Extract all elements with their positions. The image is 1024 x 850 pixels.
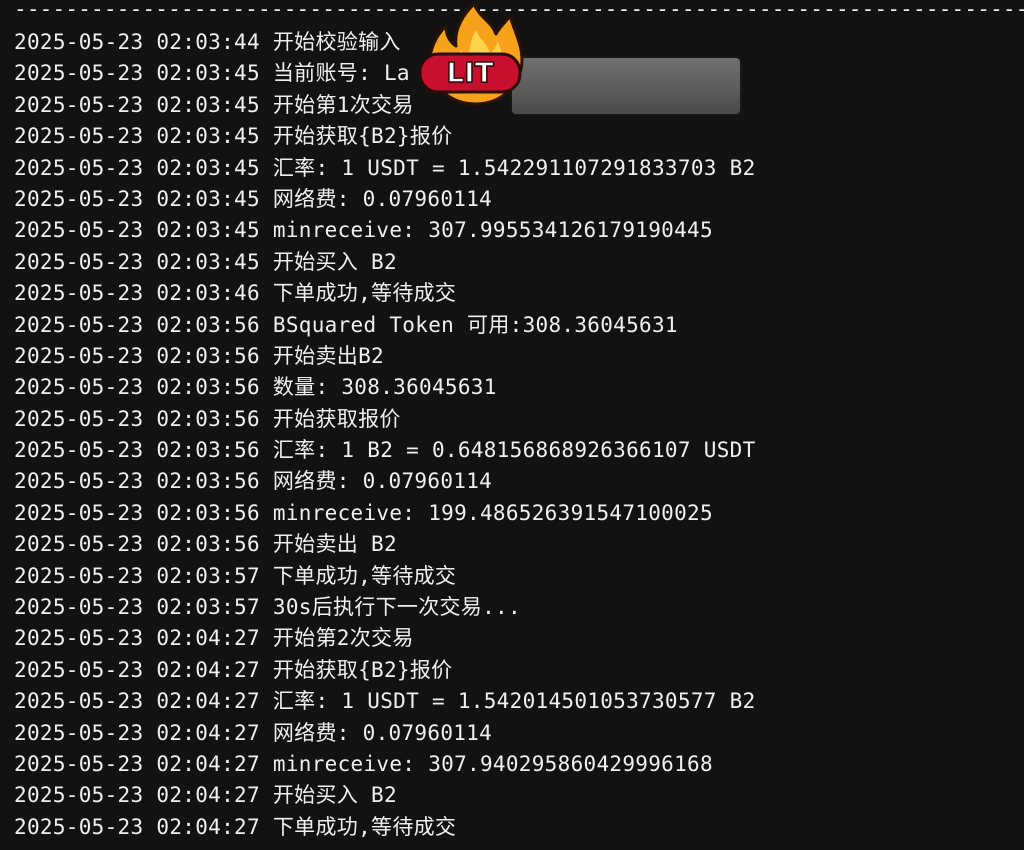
log-line: 2025-05-23 02:03:56 开始卖出B2 bbox=[14, 341, 756, 372]
log-line: 2025-05-23 02:03:57 30s后执行下一次交易... bbox=[14, 592, 756, 623]
log-line: 2025-05-23 02:03:56 minreceive: 199.4865… bbox=[14, 498, 756, 529]
log-message: 网络费: 0.07960114 bbox=[272, 186, 493, 211]
log-message: 开始卖出 B2 bbox=[272, 532, 397, 557]
log-message: 网络费: 0.07960114 bbox=[272, 720, 493, 745]
log-output: 2025-05-23 02:03:44 开始校验输入 2025-05-23 02… bbox=[14, 27, 756, 843]
fire-icon: LIT bbox=[418, 2, 524, 106]
log-message: 开始校验输入 bbox=[272, 30, 401, 54]
log-message: 汇率: 1 USDT = 1.542291107291833703 B2 bbox=[272, 155, 756, 180]
log-timestamp: 2025-05-23 02:03:45 bbox=[14, 186, 260, 211]
log-line: 2025-05-23 02:04:27 开始获取{B2}报价 bbox=[14, 655, 756, 686]
log-message: 开始获取{B2}报价 bbox=[272, 657, 453, 682]
log-timestamp: 2025-05-23 02:03:46 bbox=[14, 281, 260, 306]
terminal-window[interactable]: ----------------------------------------… bbox=[0, 0, 1024, 850]
log-timestamp: 2025-05-23 02:03:45 bbox=[14, 92, 260, 117]
log-timestamp: 2025-05-23 02:03:56 bbox=[14, 469, 260, 494]
log-timestamp: 2025-05-23 02:04:27 bbox=[14, 814, 260, 839]
log-message: BSquared Token 可用:308.36045631 bbox=[272, 312, 678, 337]
log-timestamp: 2025-05-23 02:03:56 bbox=[14, 406, 260, 431]
log-timestamp: 2025-05-23 02:04:27 bbox=[14, 783, 260, 808]
log-timestamp: 2025-05-23 02:03:45 bbox=[14, 124, 260, 149]
log-timestamp: 2025-05-23 02:03:44 bbox=[14, 30, 260, 54]
log-message: 开始获取报价 bbox=[272, 406, 401, 431]
log-timestamp: 2025-05-23 02:03:56 bbox=[14, 438, 260, 463]
log-line: 2025-05-23 02:04:27 网络费: 0.07960114 bbox=[14, 718, 756, 749]
log-line: 2025-05-23 02:03:45 开始获取{B2}报价 bbox=[14, 121, 756, 152]
log-message: 开始第1次交易 bbox=[272, 92, 414, 117]
log-timestamp: 2025-05-23 02:03:57 bbox=[14, 563, 260, 588]
log-message: minreceive: 307.940295860429996168 bbox=[272, 751, 713, 776]
log-line: 2025-05-23 02:04:27 下单成功,等待成交 bbox=[14, 812, 756, 843]
log-timestamp: 2025-05-23 02:04:27 bbox=[14, 751, 260, 776]
log-line: 2025-05-23 02:03:46 下单成功,等待成交 bbox=[14, 278, 756, 309]
log-message: 当前账号: La bbox=[272, 61, 410, 86]
log-message: 开始买入 B2 bbox=[272, 783, 397, 808]
log-timestamp: 2025-05-23 02:03:56 bbox=[14, 500, 260, 525]
log-message: 开始卖出B2 bbox=[272, 343, 384, 368]
log-line: 2025-05-23 02:03:56 汇率: 1 B2 = 0.6481568… bbox=[14, 435, 756, 466]
blurred-redaction bbox=[512, 58, 740, 114]
log-line: 2025-05-23 02:04:27 汇率: 1 USDT = 1.54201… bbox=[14, 686, 756, 717]
log-line: 2025-05-23 02:03:44 开始校验输入 bbox=[14, 27, 756, 58]
log-line: 2025-05-23 02:04:27 开始第2次交易 bbox=[14, 623, 756, 654]
log-line: 2025-05-23 02:03:45 网络费: 0.07960114 bbox=[14, 184, 756, 215]
log-timestamp: 2025-05-23 02:04:27 bbox=[14, 689, 260, 714]
log-message: minreceive: 199.486526391547100025 bbox=[272, 500, 713, 525]
log-timestamp: 2025-05-23 02:03:45 bbox=[14, 155, 260, 180]
log-line: 2025-05-23 02:03:57 下单成功,等待成交 bbox=[14, 561, 756, 592]
log-message: 汇率: 1 USDT = 1.542014501053730577 B2 bbox=[272, 689, 756, 714]
log-timestamp: 2025-05-23 02:04:27 bbox=[14, 720, 260, 745]
log-line: 2025-05-23 02:03:45 开始买入 B2 bbox=[14, 247, 756, 278]
log-line: 2025-05-23 02:03:56 开始卖出 B2 bbox=[14, 529, 756, 560]
log-line: 2025-05-23 02:04:27 开始买入 B2 bbox=[14, 780, 756, 811]
log-timestamp: 2025-05-23 02:03:56 bbox=[14, 312, 260, 337]
log-message: 下单成功,等待成交 bbox=[272, 281, 457, 306]
log-message: 网络费: 0.07960114 bbox=[272, 469, 493, 494]
log-timestamp: 2025-05-23 02:03:56 bbox=[14, 532, 260, 557]
log-message: 下单成功,等待成交 bbox=[272, 563, 457, 588]
log-message: 开始获取{B2}报价 bbox=[272, 124, 453, 149]
log-line: 2025-05-23 02:03:45 汇率: 1 USDT = 1.54229… bbox=[14, 153, 756, 184]
log-line: 2025-05-23 02:03:56 BSquared Token 可用:30… bbox=[14, 310, 756, 341]
log-line: 2025-05-23 02:03:56 数量: 308.36045631 bbox=[14, 372, 756, 403]
log-line: 2025-05-23 02:03:45 minreceive: 307.9955… bbox=[14, 215, 756, 246]
log-message: 30s后执行下一次交易... bbox=[272, 595, 521, 620]
log-timestamp: 2025-05-23 02:03:45 bbox=[14, 218, 260, 243]
log-line: 2025-05-23 02:03:56 开始获取报价 bbox=[14, 404, 756, 435]
log-message: 开始第2次交易 bbox=[272, 626, 414, 651]
sticker-text: LIT bbox=[446, 56, 493, 89]
log-message: 开始买入 B2 bbox=[272, 249, 397, 274]
log-timestamp: 2025-05-23 02:03:45 bbox=[14, 61, 260, 86]
log-line: 2025-05-23 02:03:56 网络费: 0.07960114 bbox=[14, 466, 756, 497]
log-message: 汇率: 1 B2 = 0.648156868926366107 USDT bbox=[272, 438, 756, 463]
log-timestamp: 2025-05-23 02:03:57 bbox=[14, 595, 260, 620]
log-timestamp: 2025-05-23 02:04:27 bbox=[14, 626, 260, 651]
log-timestamp: 2025-05-23 02:04:27 bbox=[14, 657, 260, 682]
log-message: 下单成功,等待成交 bbox=[272, 814, 457, 839]
log-timestamp: 2025-05-23 02:03:56 bbox=[14, 343, 260, 368]
log-message: 数量: 308.36045631 bbox=[272, 375, 497, 400]
log-message: minreceive: 307.995534126179190445 bbox=[272, 218, 713, 243]
log-timestamp: 2025-05-23 02:03:56 bbox=[14, 375, 260, 400]
log-timestamp: 2025-05-23 02:03:45 bbox=[14, 249, 260, 274]
log-line: 2025-05-23 02:04:27 minreceive: 307.9402… bbox=[14, 749, 756, 780]
